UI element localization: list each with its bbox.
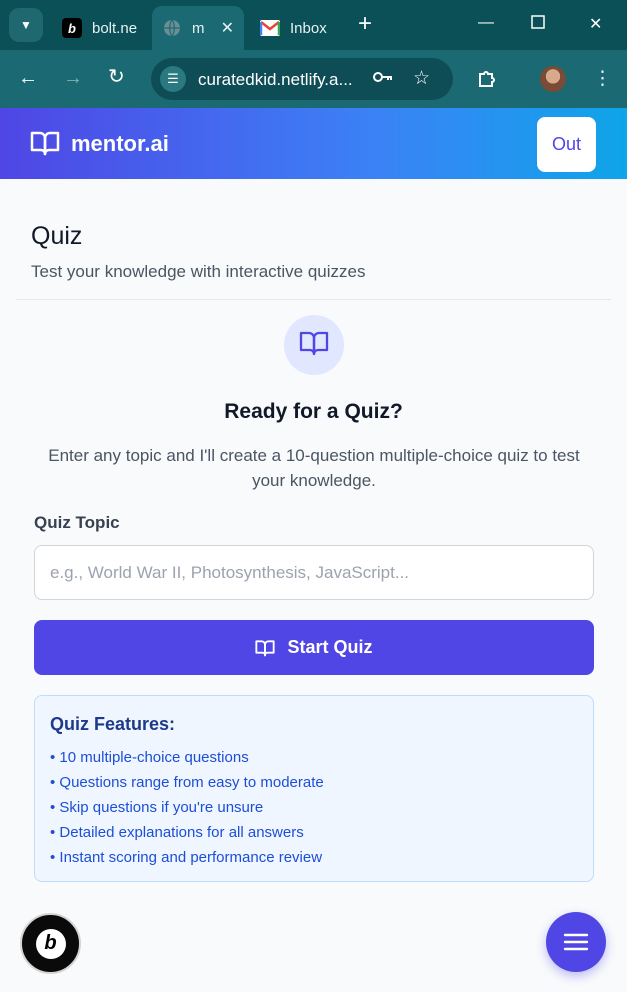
bolt-badge[interactable]: b: [20, 913, 81, 974]
tab-label: m: [192, 19, 205, 37]
key-icon[interactable]: [372, 67, 394, 93]
book-open-icon: [255, 639, 276, 656]
back-arrow-icon[interactable]: ←: [18, 67, 38, 89]
forward-arrow-icon[interactable]: →: [63, 67, 83, 89]
window-close-icon[interactable]: ✕: [589, 14, 602, 34]
globe-icon: [162, 18, 182, 38]
feature-item: • Instant scoring and performance review: [50, 849, 323, 866]
feature-item: • Detailed explanations for all answers: [50, 824, 304, 841]
page-title: Quiz: [31, 222, 83, 250]
quiz-hero-icon: [284, 315, 344, 375]
tab-active[interactable]: m ✕: [152, 6, 244, 50]
start-quiz-button[interactable]: Start Quiz: [34, 620, 594, 675]
features-title: Quiz Features:: [50, 714, 176, 734]
gmail-icon: [260, 18, 280, 38]
ready-heading: Ready for a Quiz?: [224, 400, 403, 423]
tab-label: Inbox: [290, 19, 327, 37]
book-open-icon: [30, 130, 60, 161]
tab-bolt[interactable]: b bolt.ne: [52, 6, 150, 50]
site-settings-icon[interactable]: ☰: [160, 66, 186, 92]
start-quiz-label: Start Quiz: [287, 637, 373, 657]
reload-icon[interactable]: ↻: [108, 66, 125, 88]
bolt-logo-icon: b: [35, 928, 66, 959]
minimize-icon[interactable]: —: [478, 14, 494, 32]
browser-tab-bar: ▼ b bolt.ne m ✕ Inbox + — ✕: [0, 0, 627, 50]
profile-avatar[interactable]: [540, 66, 566, 92]
app-header: mentor.ai Out: [0, 108, 627, 179]
maximize-icon[interactable]: [531, 15, 545, 34]
feature-item: • Questions range from easy to moderate: [50, 774, 324, 791]
divider: [16, 299, 611, 300]
brand-name[interactable]: mentor.ai: [71, 131, 169, 157]
feature-item: • Skip questions if you're unsure: [50, 799, 264, 816]
close-icon[interactable]: ✕: [221, 18, 234, 38]
tab-inbox[interactable]: Inbox: [250, 6, 350, 50]
hamburger-menu-icon: [563, 933, 589, 951]
quiz-description: Enter any topic and I'll create a 10-que…: [48, 446, 580, 490]
quiz-topic-input[interactable]: [34, 545, 594, 600]
menu-button[interactable]: [546, 912, 606, 972]
new-tab-button[interactable]: +: [358, 12, 372, 36]
extensions-icon[interactable]: [476, 67, 498, 95]
quiz-features-panel: Quiz Features: • 10 multiple-choice ques…: [34, 695, 594, 882]
more-vert-icon[interactable]: ⋮: [593, 67, 612, 90]
sign-out-button[interactable]: Out: [537, 117, 596, 172]
url-text[interactable]: curatedkid.netlify.a...: [198, 70, 353, 90]
bookmark-star-icon[interactable]: ☆: [413, 67, 430, 90]
book-open-icon: [299, 330, 329, 361]
chevron-down-icon: ▼: [20, 18, 32, 32]
topic-label: Quiz Topic: [34, 513, 120, 532]
tab-label: bolt.ne: [92, 19, 138, 37]
bolt-favicon-icon: b: [62, 18, 82, 38]
page-subtitle: Test your knowledge with interactive qui…: [31, 262, 366, 281]
tab-search-button[interactable]: ▼: [9, 8, 43, 42]
features-list: • 10 multiple-choice questions • Questio…: [50, 748, 324, 873]
feature-item: • 10 multiple-choice questions: [50, 749, 249, 766]
